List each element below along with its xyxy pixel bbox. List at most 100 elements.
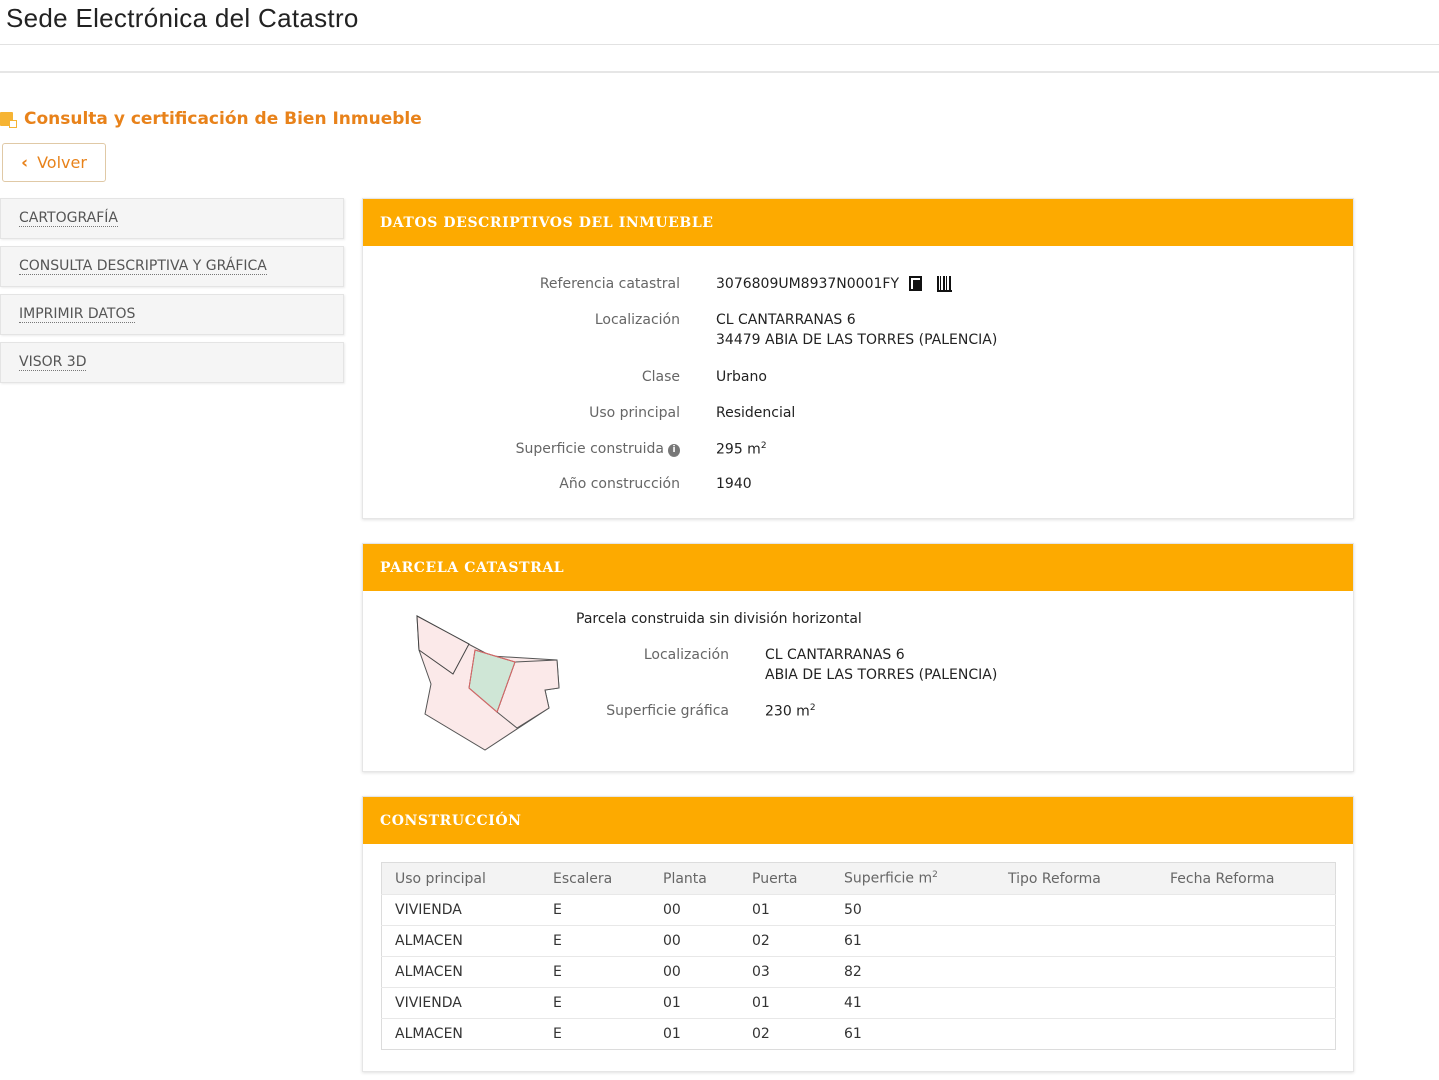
cell-fecha-reforma: [1157, 987, 1336, 1019]
cell-tipo-reforma: [995, 987, 1157, 1019]
panel-title: DATOS DESCRIPTIVOS DEL INMUEBLE: [363, 199, 1353, 246]
cell-uso: ALMACEN: [381, 956, 540, 988]
sidebar-item-visor-3d[interactable]: VISOR 3D: [0, 342, 344, 383]
cell-superficie: 61: [831, 925, 995, 957]
table-row: ALMACEN E 01 02 61: [381, 1018, 1336, 1050]
cell-planta: 01: [650, 1018, 739, 1050]
superficie-value: 295 m: [716, 441, 761, 458]
cell-puerta: 01: [739, 894, 831, 926]
sidebar-item-consulta[interactable]: CONSULTA DESCRIPTIVA Y GRÁFICA: [0, 246, 344, 287]
cell-tipo-reforma: [995, 925, 1157, 957]
field-label: Referencia catastral: [539, 276, 680, 292]
field-value: 295 m2: [716, 441, 767, 458]
field-label: Uso principal: [589, 405, 680, 421]
address-line: CL CANTARRANAS 6: [716, 312, 856, 328]
cell-uso: VIVIENDA: [381, 894, 540, 926]
column-header: Uso principal: [381, 862, 540, 895]
column-header: Fecha Reforma: [1157, 862, 1336, 895]
site-header: Sede Electrónica del Catastro: [0, 0, 1439, 45]
field-label: Superficie construida i: [363, 441, 680, 457]
column-header: Tipo Reforma: [995, 862, 1157, 895]
table-row: ALMACEN E 00 03 82: [381, 956, 1336, 988]
sidebar-item-label: VISOR 3D: [19, 353, 87, 371]
cell-tipo-reforma: [995, 1018, 1157, 1050]
column-header: Superficie m2: [831, 862, 995, 895]
construccion-panel: CONSTRUCCIÓN Uso principal Escalera Plan…: [362, 796, 1354, 1072]
chevron-left-icon: ‹: [21, 152, 29, 173]
table-header-row: Uso principal Escalera Planta Puerta Sup…: [381, 862, 1336, 895]
site-title: Sede Electrónica del Catastro: [6, 3, 359, 33]
field-value: CL CANTARRANAS 6 34479 ABIA DE LAS TORRE…: [716, 312, 997, 348]
column-header: Escalera: [540, 862, 650, 895]
field-value: CL CANTARRANAS 6 ABIA DE LAS TORRES (PAL…: [765, 647, 997, 683]
cell-escalera: E: [540, 925, 650, 957]
cell-planta: 01: [650, 987, 739, 1019]
cell-superficie: 41: [831, 987, 995, 1019]
sidebar-item-label: CONSULTA DESCRIPTIVA Y GRÁFICA: [19, 257, 267, 275]
page-title: Consulta y certificación de Bien Inmuebl…: [24, 109, 422, 129]
table-row: VIVIENDA E 00 01 50: [381, 894, 1336, 926]
parcela-subtitle-row: Parcela construida sin división horizont…: [576, 611, 862, 627]
address-line: ABIA DE LAS TORRES (PALENCIA): [765, 667, 998, 683]
field-label: Superficie gráfica: [606, 703, 729, 719]
address-line: 34479 ABIA DE LAS TORRES (PALENCIA): [716, 332, 998, 348]
field-label: Clase: [641, 369, 680, 385]
superficie-label: Superficie construida: [515, 441, 664, 457]
parcel-map-thumbnail[interactable]: [405, 604, 565, 754]
sidebar-item-label: CARTOGRAFÍA: [19, 209, 118, 227]
sidebar-item-cartografia[interactable]: CARTOGRAFÍA: [0, 198, 344, 239]
unit-exponent: 2: [760, 441, 767, 451]
back-button[interactable]: ‹ Volver: [2, 143, 106, 182]
barcode-icon[interactable]: [937, 276, 953, 292]
cell-superficie: 61: [831, 1018, 995, 1050]
page-heading: Consulta y certificación de Bien Inmuebl…: [0, 108, 422, 130]
cell-fecha-reforma: [1157, 1018, 1336, 1050]
cell-superficie: 82: [831, 956, 995, 988]
column-header-text: Superficie m: [844, 870, 933, 887]
document-icon: [0, 111, 17, 128]
cell-escalera: E: [540, 894, 650, 926]
cell-planta: 00: [650, 894, 739, 926]
datos-descriptivos-panel: DATOS DESCRIPTIVOS DEL INMUEBLE Referenc…: [362, 198, 1354, 519]
panel-title: CONSTRUCCIÓN: [363, 797, 1353, 844]
cell-planta: 00: [650, 925, 739, 957]
sidebar-item-label: IMPRIMIR DATOS: [19, 305, 136, 323]
column-header: Puerta: [739, 862, 831, 895]
header-divider: [0, 71, 1439, 73]
cell-uso: ALMACEN: [381, 925, 540, 957]
field-value: 230 m2: [765, 703, 816, 720]
copy-icon[interactable]: [909, 276, 923, 292]
cell-puerta: 02: [739, 1018, 831, 1050]
parcela-subtitle: Parcela construida sin división horizont…: [576, 611, 862, 627]
ref-catastral-value: 3076809UM8937N0001FY: [716, 276, 900, 292]
cell-puerta: 02: [739, 925, 831, 957]
field-value: Residencial: [716, 405, 796, 421]
cell-uso: VIVIENDA: [381, 987, 540, 1019]
cell-planta: 00: [650, 956, 739, 988]
cell-fecha-reforma: [1157, 925, 1336, 957]
cell-escalera: E: [540, 956, 650, 988]
sidebar-item-imprimir[interactable]: IMPRIMIR DATOS: [0, 294, 344, 335]
column-header: Planta: [650, 862, 739, 895]
field-label: Localización: [643, 647, 729, 663]
cell-uso: ALMACEN: [381, 1018, 540, 1050]
cell-superficie: 50: [831, 894, 995, 926]
field-value: Urbano: [716, 369, 767, 385]
field-value: 3076809UM8937N0001FY: [716, 276, 953, 292]
table-row: VIVIENDA E 01 01 41: [381, 987, 1336, 1019]
field-label: Año construcción: [559, 476, 680, 492]
field-label: Localización: [594, 312, 680, 328]
unit-exponent: 2: [932, 870, 938, 881]
back-button-label: Volver: [37, 153, 87, 172]
table-row: ALMACEN E 00 02 61: [381, 925, 1336, 957]
info-icon[interactable]: i: [668, 444, 680, 457]
field-value: 1940: [716, 476, 752, 492]
construccion-table: Uso principal Escalera Planta Puerta Sup…: [381, 862, 1336, 1050]
sidebar: CARTOGRAFÍA CONSULTA DESCRIPTIVA Y GRÁFI…: [0, 198, 344, 390]
cell-escalera: E: [540, 987, 650, 1019]
cell-fecha-reforma: [1157, 956, 1336, 988]
cell-tipo-reforma: [995, 956, 1157, 988]
unit-exponent: 2: [809, 703, 816, 713]
superficie-grafica-value: 230 m: [765, 703, 810, 720]
parcela-panel: PARCELA CATASTRAL Parcela construida sin…: [362, 543, 1354, 772]
